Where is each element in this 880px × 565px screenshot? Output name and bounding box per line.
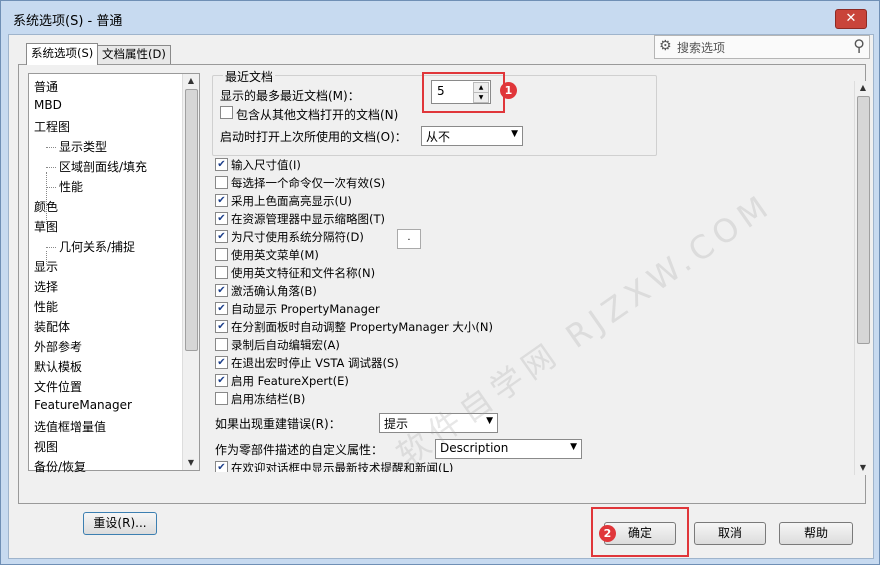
checkbox-auto-show-pm[interactable]: ✔ xyxy=(215,302,228,315)
tree-item-featuremanager[interactable]: FeatureManager xyxy=(34,398,132,412)
checkbox-welcome-news[interactable]: ✔ xyxy=(215,461,228,472)
checkbox-label: 使用英文菜单(M) xyxy=(231,248,319,262)
tree-item-external-refs[interactable]: 外部参考 xyxy=(34,338,82,355)
checkbox-edit-macro[interactable] xyxy=(215,338,228,351)
options-scrollbar[interactable]: ▲ ▼ xyxy=(854,81,871,475)
open-on-start-value: 从不 xyxy=(426,130,451,144)
tree-item-label: 性能 xyxy=(59,180,84,194)
checkbox-system-separator[interactable]: ✔ xyxy=(215,230,228,243)
checkbox-label: 每选择一个命令仅一次有效(S) xyxy=(231,176,386,190)
checkbox-english-features[interactable] xyxy=(215,266,228,279)
scroll-thumb[interactable] xyxy=(857,96,870,344)
callout-1: 1 xyxy=(500,82,517,99)
tree-item-sketch[interactable]: 草图 xyxy=(34,218,58,235)
checkbox-featurexpert[interactable]: ✔ xyxy=(215,374,228,387)
scroll-up-icon[interactable]: ▲ xyxy=(855,81,871,95)
cancel-button[interactable]: 取消 xyxy=(694,522,766,545)
search-box[interactable]: ⚙ 搜索选项 ⚲ xyxy=(654,35,870,59)
tree-item-drawing-performance[interactable]: 性能 xyxy=(46,178,83,195)
checkbox-confirmation-corner[interactable]: ✔ xyxy=(215,284,228,297)
checkbox-label: 自动显示 PropertyManager xyxy=(231,302,380,316)
search-input[interactable]: 搜索选项 xyxy=(677,39,725,56)
custom-property-label: 作为零部件描述的自定义属性： xyxy=(215,443,384,457)
checkbox-label: 采用上色面高亮显示(U) xyxy=(231,194,352,208)
checkbox-label: 在资源管理器中显示缩略图(T) xyxy=(231,212,385,226)
tree-item-performance[interactable]: 性能 xyxy=(34,298,58,315)
tree-item-label: 区域剖面线/填充 xyxy=(59,160,148,174)
scroll-up-icon[interactable]: ▲ xyxy=(183,74,199,88)
checkbox-label: 启用 FeatureXpert(E) xyxy=(231,374,349,388)
open-on-start-select[interactable]: 从不 ▼ xyxy=(421,126,523,146)
tree-item-relations[interactable]: 几何关系/捕捉 xyxy=(46,238,135,255)
tree-item-view[interactable]: 视图 xyxy=(34,438,58,455)
tree-item-default-templates[interactable]: 默认模板 xyxy=(34,358,82,375)
tree-item-colors[interactable]: 颜色 xyxy=(34,198,58,215)
tree-item-label: 显示类型 xyxy=(59,140,108,154)
tree-item-selection[interactable]: 选择 xyxy=(34,278,58,295)
tree-item-hatch[interactable]: 区域剖面线/填充 xyxy=(46,158,147,175)
include-other-docs-label: 包含从其他文档打开的文档(N) xyxy=(236,108,399,122)
checkbox-label: 为尺寸使用系统分隔符(D) xyxy=(231,230,364,244)
tree-scrollbar[interactable]: ▲ ▼ xyxy=(182,74,199,470)
options-dialog: 系统选项(S) - 普通 ✕ 系统选项(S) 文档属性(D) ⚙ 搜索选项 ⚲ … xyxy=(0,0,880,565)
chevron-down-icon: ▼ xyxy=(511,129,518,139)
separator-field[interactable]: . xyxy=(397,229,421,249)
include-other-docs-checkbox[interactable] xyxy=(220,106,233,119)
tree-item-backup[interactable]: 备份/恢复 xyxy=(34,458,86,475)
tab-document-properties[interactable]: 文档属性(D) xyxy=(97,45,171,64)
category-tree[interactable]: 普通 MBD 工程图 显示类型 区域剖面线/填充 性能 颜色 草图 几何关系/捕… xyxy=(28,73,200,474)
checkbox-label: 录制后自动编辑宏(A) xyxy=(231,338,340,352)
checkbox-input-dim[interactable]: ✔ xyxy=(215,158,228,171)
tree-item-file-locations[interactable]: 文件位置 xyxy=(34,378,82,395)
reset-button[interactable]: 重设(R)... xyxy=(83,512,157,535)
callout-2: 2 xyxy=(599,525,616,542)
tree-item-general[interactable]: 普通 xyxy=(34,78,58,95)
highlight-box-1 xyxy=(422,72,505,113)
checkbox-single-command[interactable] xyxy=(215,176,228,189)
max-recent-label: 显示的最多最近文档(M)： xyxy=(220,89,360,103)
tree-item-spin-increments[interactable]: 选值框增量值 xyxy=(34,418,106,435)
scroll-down-icon[interactable]: ▼ xyxy=(855,461,871,475)
open-on-start-label: 启动时打开上次所使用的文档(O)： xyxy=(220,130,407,144)
help-button[interactable]: 帮助 xyxy=(779,522,853,545)
clipped-row: ✔ 在欢迎对话框中显示最新技术提醒和新闻(L) xyxy=(215,461,665,472)
tree-item-display-type[interactable]: 显示类型 xyxy=(46,138,107,155)
checkbox-auto-size-pm[interactable]: ✔ xyxy=(215,320,228,333)
checkbox-label: 启用冻结栏(B) xyxy=(231,392,306,406)
checkbox-label: 激活确认角落(B) xyxy=(231,284,317,298)
tree-item-drawings[interactable]: 工程图 xyxy=(34,118,70,135)
options-panel: 普通 MBD 工程图 显示类型 区域剖面线/填充 性能 颜色 草图 几何关系/捕… xyxy=(18,64,866,535)
checkbox-stop-vsta[interactable]: ✔ xyxy=(215,356,228,369)
tab-system-options[interactable]: 系统选项(S) xyxy=(26,43,99,65)
tree-item-display[interactable]: 显示 xyxy=(34,258,58,275)
gear-icon[interactable]: ⚙ xyxy=(659,38,672,54)
search-icon[interactable]: ⚲ xyxy=(853,36,865,55)
checkbox-english-menus[interactable] xyxy=(215,248,228,261)
checkbox-thumbnails[interactable]: ✔ xyxy=(215,212,228,225)
scroll-thumb[interactable] xyxy=(185,89,198,351)
chevron-down-icon: ▼ xyxy=(570,442,577,452)
checkbox-face-highlight[interactable]: ✔ xyxy=(215,194,228,207)
checkbox-label: 在退出宏时停止 VSTA 调试器(S) xyxy=(231,356,399,370)
title-bar: 系统选项(S) - 普通 ✕ xyxy=(1,1,879,35)
scroll-down-icon[interactable]: ▼ xyxy=(183,456,199,470)
recent-documents-label: 最近文档 xyxy=(223,68,276,85)
checkbox-label: 输入尺寸值(I) xyxy=(231,158,301,172)
dialog-client: 系统选项(S) 文档属性(D) ⚙ 搜索选项 ⚲ 普通 MBD 工程图 显示类型… xyxy=(8,34,874,559)
rebuild-error-label: 如果出现重建错误(R)： xyxy=(215,417,341,431)
window-title: 系统选项(S) - 普通 xyxy=(13,14,123,29)
tree-item-assemblies[interactable]: 装配体 xyxy=(34,318,70,335)
checkbox-label: 使用英文特征和文件名称(N) xyxy=(231,266,376,280)
tree-item-mbd[interactable]: MBD xyxy=(34,98,62,112)
checkbox-freeze-bar[interactable] xyxy=(215,392,228,405)
close-button[interactable]: ✕ xyxy=(835,9,867,29)
checkbox-label: 在分割面板时自动调整 PropertyManager 大小(N) xyxy=(231,320,493,334)
tree-item-label: 几何关系/捕捉 xyxy=(59,240,136,254)
